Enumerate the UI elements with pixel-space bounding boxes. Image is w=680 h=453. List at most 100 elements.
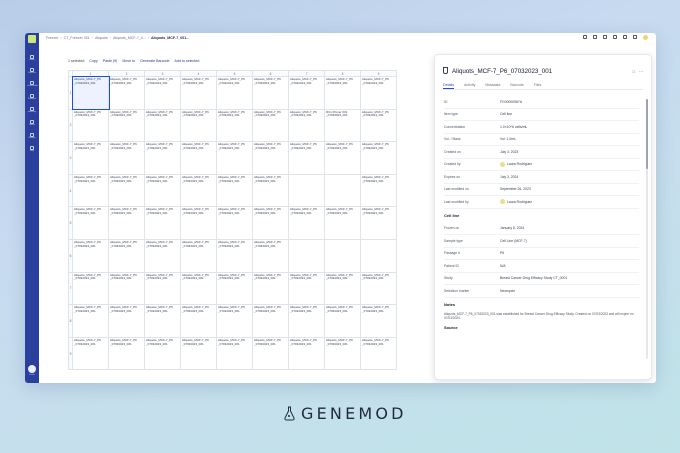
add-to-selected-button[interactable]: Add to selected <box>175 59 200 63</box>
app-logo[interactable] <box>28 35 36 43</box>
grid-cell[interactable]: Aliquots_MCF-7_P6 _07032023_001 <box>180 271 217 306</box>
storage-icon[interactable] <box>603 35 607 39</box>
tab-barcode[interactable]: Barcode <box>510 81 523 89</box>
grid-cell[interactable]: Aliquots_MCF-7_P6 _07032023_001 <box>216 76 253 110</box>
grid-cell[interactable]: RCx Primer 001 _07032023_001 <box>324 108 361 143</box>
grid-cell[interactable]: Aliquots_MCF-7_P6 _07032023_001 <box>72 271 109 306</box>
grid-cell[interactable]: Aliquots_MCF-7_P6 _07032023_001 <box>180 76 217 110</box>
scrollbar-thumb[interactable] <box>646 99 648 169</box>
grid-cell[interactable] <box>360 238 397 273</box>
generate-barcode-button[interactable]: Generate Barcode <box>140 59 169 63</box>
grid-cell[interactable]: Aliquots_MCF-7_P6 _07032023_001 <box>144 173 181 208</box>
grid-cell[interactable]: Aliquots_MCF-7_P6 _07032023_001 <box>144 336 181 371</box>
grid-cell[interactable]: Aliquots_MCF-7_P6 _07032023_001 <box>216 108 253 143</box>
grid-cell[interactable]: Aliquots_MCF-7_P6 _07032023_001 <box>72 141 109 175</box>
grid-cell[interactable]: Aliquots_MCF-7_P6 _07032023_001 <box>72 336 109 371</box>
lab-icon[interactable] <box>613 35 617 39</box>
move-button[interactable]: Move to <box>122 59 135 63</box>
grid-cell[interactable]: Aliquots_MCF-7_P6 _07032023_001 <box>288 304 325 338</box>
grid-cell[interactable]: Aliquots_MCF-7_P6 _07032023_001 <box>108 304 145 338</box>
grid-cell[interactable]: Aliquots_MCF-7_P6 _07032023_001 <box>180 108 217 143</box>
grid-cell[interactable]: Aliquots_MCF-7_P6 _07032023_001 <box>216 271 253 306</box>
grid-cell[interactable] <box>288 173 325 208</box>
grid-cell[interactable]: Aliquots_MCF-7_P6 _07032023_001 <box>360 108 397 143</box>
sidebar-item-protocols[interactable]: Protocols <box>27 94 37 103</box>
grid-cell[interactable] <box>324 173 361 208</box>
user-avatar[interactable] <box>643 35 648 40</box>
grid-cell[interactable]: Aliquots_MCF-7_P6 _07032023_001 <box>72 173 109 208</box>
grid-cell[interactable]: Aliquots_MCF-7_P6 _07032023_001 <box>288 271 325 306</box>
lock-icon[interactable]: □ <box>633 69 635 74</box>
sidebar-item-consumable[interactable]: Consumable <box>27 81 38 90</box>
more-options-icon[interactable]: ⋯ <box>639 69 643 74</box>
grid-cell[interactable]: Aliquots_MCF-7_P6 _07032023_001 <box>360 173 397 208</box>
grid-cell[interactable]: Aliquots_MCF-7_P6 _07032023_001 <box>360 271 397 306</box>
grid-cell[interactable]: Aliquots_MCF-7_P6 _07032023_001 <box>72 238 109 273</box>
grid-cell[interactable]: Aliquots_MCF-7_P6 _07032023_001 <box>180 336 217 371</box>
grid-cell[interactable]: Aliquots_MCF-7_P6 _07032023_001 <box>252 173 289 208</box>
breadcrumb-item[interactable]: Freezer <box>46 36 58 40</box>
sidebar-item-help[interactable]: Help <box>27 146 37 155</box>
grid-cell[interactable]: Aliquots_MCF-7_P6 _07032023_001 <box>108 238 145 273</box>
breadcrumb-item[interactable]: Aliquots <box>95 36 108 40</box>
grid-cell[interactable]: Aliquots_MCF-7_P6 _07032023_001 <box>360 76 397 110</box>
grid-cell[interactable] <box>288 238 325 273</box>
grid-cell[interactable]: Aliquots_MCF-7_P6 _07032023_001 <box>108 76 145 110</box>
grid-cell[interactable]: Aliquots_MCF-7_P6 _07032023_001 <box>180 238 217 273</box>
grid-cell[interactable]: Aliquots_MCF-7_P6 _07032023_001 <box>252 141 289 175</box>
grid-cell[interactable]: Aliquots_MCF-7_P6 _07032023_001 <box>108 336 145 371</box>
grid-cell[interactable]: Aliquots_MCF-7_P6 _07032023_001 <box>360 141 397 175</box>
tab-details[interactable]: Details <box>443 81 454 89</box>
grid-cell[interactable]: Aliquots_MCF-7_P6 _07032023_001 <box>252 271 289 306</box>
grid-cell[interactable]: Aliquots_MCF-7_P6 _07032023_001 <box>108 173 145 208</box>
grid-cell[interactable]: Aliquots_MCF-7_P6 _07032023_001 <box>180 206 217 240</box>
grid-cell[interactable]: Aliquots_MCF-7_P6 _07032023_001 <box>288 76 325 110</box>
copy-button[interactable]: Copy <box>89 59 97 63</box>
grid-cell[interactable]: Aliquots_MCF-7_P6 _07032023_001 <box>252 304 289 338</box>
grid-cell[interactable]: Aliquots_MCF-7_P6 _07032023_001 <box>288 108 325 143</box>
grid-cell[interactable]: Aliquots_MCF-7_P6 _07032023_001 <box>180 173 217 208</box>
grid-cell[interactable]: Aliquots_MCF-7_P6 _07032023_001 <box>288 206 325 240</box>
grid-cell[interactable]: Aliquots_MCF-7_P6 _07032023_001 <box>144 108 181 143</box>
tab-activity[interactable]: Activity <box>464 81 475 89</box>
grid-cell[interactable]: Aliquots_MCF-7_P6 _07032023_001 <box>252 238 289 273</box>
grid-cell[interactable]: Aliquots_MCF-7_P6 _07032023_001 <box>252 76 289 110</box>
grid-cell[interactable]: Aliquots_MCF-7_P6 _07032023_001 <box>180 304 217 338</box>
sidebar-item-orders[interactable]: Orders <box>27 120 37 129</box>
grid-cell[interactable]: Aliquots_MCF-7_P6 _07032023_001 <box>144 76 181 110</box>
grid-cell[interactable]: Aliquots_MCF-7_P6 _07032023_001 <box>216 206 253 240</box>
grid-cell[interactable]: Aliquots_MCF-7_P6 _07032023_001 <box>288 336 325 371</box>
grid-cell[interactable]: Aliquots_MCF-7_P6 _07032023_001 <box>324 271 361 306</box>
grid-cell[interactable]: Aliquots_MCF-7_P6 _07032023_001 <box>144 206 181 240</box>
grid-cell[interactable]: Aliquots_MCF-7_P6 _07032023_001 <box>144 238 181 273</box>
grid-cell[interactable]: Aliquots_MCF-7_P6 _07032023_001 <box>108 271 145 306</box>
grid-cell[interactable]: Aliquots_MCF-7_P6 _07032023_001 <box>71 75 110 111</box>
grid-cell[interactable]: Aliquots_MCF-7_P6 _07032023_001 <box>360 206 397 240</box>
grid-cell[interactable]: Aliquots_MCF-7_P6 _07032023_001 <box>216 304 253 338</box>
sidebar-item-home[interactable]: Home <box>27 55 37 64</box>
settings-icon[interactable] <box>633 35 637 39</box>
apps-icon[interactable] <box>623 35 627 39</box>
sidebar-item-inventory[interactable]: Inventory <box>27 107 37 116</box>
grid-cell[interactable]: Aliquots_MCF-7_P6 _07032023_001 <box>144 271 181 306</box>
grid-cell[interactable]: Aliquots_MCF-7_P6 _07032023_001 <box>288 141 325 175</box>
grid-cell[interactable]: Aliquots_MCF-7_P6 _07032023_001 <box>252 336 289 371</box>
grid-cell[interactable]: Aliquots_MCF-7_P6 _07032023_001 <box>216 238 253 273</box>
tab-metadata[interactable]: Metadata <box>485 81 500 89</box>
breadcrumb-item[interactable]: CT_Freezer 301 <box>64 36 90 40</box>
grid-cell[interactable]: Aliquots_MCF-7_P6 _07032023_001 <box>324 336 361 371</box>
grid-cell[interactable]: Aliquots_MCF-7_P6 _07032023_001 <box>252 206 289 240</box>
grid-cell[interactable]: Aliquots_MCF-7_P6 _07032023_001 <box>72 206 109 240</box>
grid-cell[interactable]: Aliquots_MCF-7_P6 _07032023_001 <box>216 141 253 175</box>
help-icon[interactable] <box>593 35 597 39</box>
grid-cell[interactable]: Aliquots_MCF-7_P6 _07032023_001 <box>72 304 109 338</box>
tab-files[interactable]: Files <box>534 81 542 89</box>
profile-avatar[interactable] <box>28 365 36 373</box>
paste-button[interactable]: Paste (9) <box>103 59 118 63</box>
grid-cell[interactable]: Aliquots_MCF-7_P6 _07032023_001 <box>252 108 289 143</box>
sidebar-item-freezers[interactable]: Freezers <box>27 68 37 77</box>
notification-icon[interactable] <box>583 35 587 39</box>
grid-cell[interactable]: Aliquots_MCF-7_P6 _07032023_001 <box>144 304 181 338</box>
grid-cell[interactable]: Aliquots_MCF-7_P6 _07032023_001 <box>144 141 181 175</box>
grid-cell[interactable] <box>324 238 361 273</box>
